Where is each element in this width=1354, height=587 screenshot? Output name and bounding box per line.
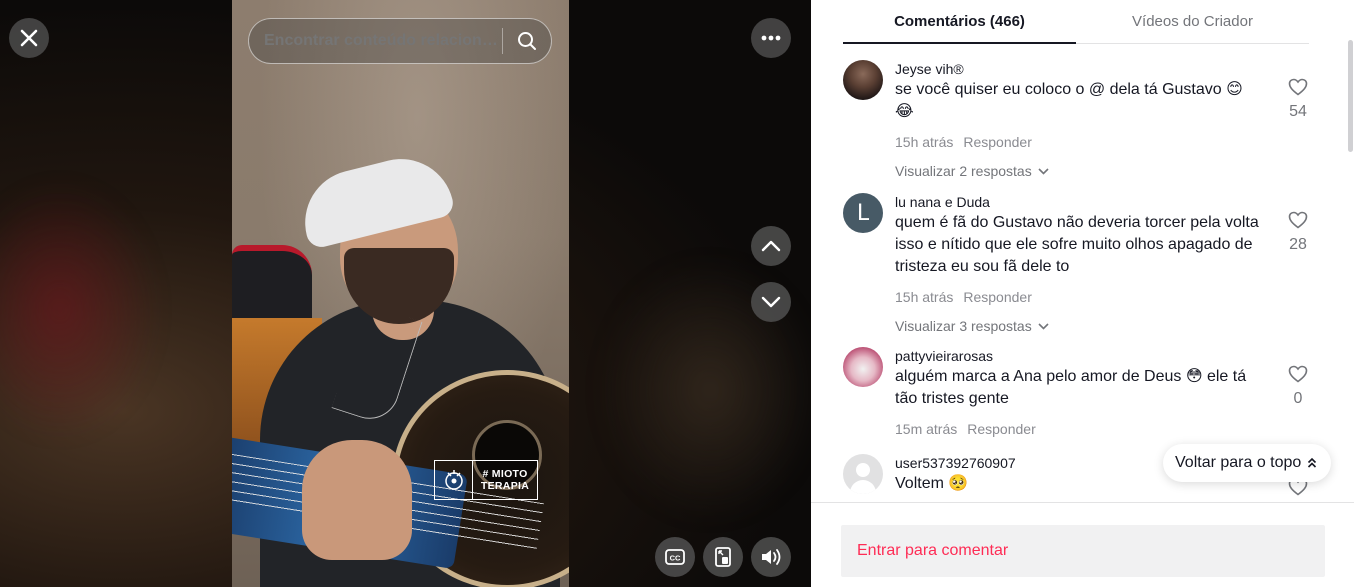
view-replies-label: Visualizar 2 respostas [895, 163, 1032, 179]
comment-username[interactable]: lu nana e Duda [895, 193, 1265, 211]
heart-icon [1288, 78, 1308, 96]
login-to-comment-button[interactable]: Entrar para comentar [841, 525, 1325, 577]
heart-icon [1288, 211, 1308, 229]
view-replies-button[interactable]: Visualizar 3 respostas [895, 318, 1265, 334]
svg-text:CC: CC [670, 554, 681, 563]
comment-text: se você quiser eu coloco o @ dela tá Gus… [895, 81, 1243, 120]
video-person-hand [302, 440, 412, 560]
like-count: 28 [1289, 236, 1307, 253]
like-count: 0 [1293, 390, 1303, 407]
tab-comments[interactable]: Comentários (466) [843, 0, 1076, 44]
avatar[interactable]: L [843, 193, 883, 233]
mini-player-icon [715, 547, 731, 567]
avatar[interactable] [843, 454, 883, 494]
volume-button[interactable] [751, 537, 791, 577]
avatar[interactable] [843, 347, 883, 387]
view-replies-button[interactable]: Visualizar 2 respostas [895, 163, 1265, 179]
closed-captions-icon: CC [665, 549, 685, 565]
comment-meta: 15m atrás Responder [895, 421, 1265, 437]
comment-time: 15h atrás [895, 289, 954, 305]
comment-username[interactable]: pattyvieirarosas [895, 347, 1265, 365]
video-player[interactable]: # MIOTO TERAPIA [232, 0, 569, 587]
tab-bar: Comentários (466) Vídeos do Criador [843, 0, 1309, 44]
blurred-background [0, 180, 160, 440]
heart-icon [1288, 365, 1308, 383]
comment-text: quem é fã do Gustavo não deveria torcer … [895, 214, 1259, 275]
comment-body: Jeyse vih® se você quiser eu coloco o @ … [895, 60, 1265, 179]
reply-button[interactable]: Responder [963, 289, 1032, 305]
close-button[interactable] [9, 18, 49, 58]
watermark-line1: # MIOTO [482, 468, 528, 480]
view-replies-label: Visualizar 3 respostas [895, 318, 1032, 334]
video-watermark-logo: # MIOTO TERAPIA [434, 460, 538, 500]
video-panel: # MIOTO TERAPIA Encontrar conteúdo relac… [0, 0, 811, 587]
back-to-top-button[interactable]: Voltar para o topo [1163, 444, 1332, 482]
next-video-button[interactable] [751, 282, 791, 322]
like-button[interactable]: 28 [1283, 211, 1313, 254]
scrollbar-thumb[interactable] [1348, 40, 1353, 152]
search-input[interactable] [264, 32, 498, 50]
chevron-up-icon [761, 240, 781, 252]
comment-meta: 15h atrás Responder [895, 134, 1265, 150]
watermark-emblem-icon [435, 461, 473, 499]
comments-panel: Comentários (466) Vídeos do Criador Jeys… [811, 0, 1354, 587]
reply-button[interactable]: Responder [963, 134, 1032, 150]
comment-body: pattyvieirarosas alguém marca a Ana pelo… [895, 347, 1265, 437]
chevron-down-icon [1038, 322, 1049, 330]
comment-body: lu nana e Duda quem é fã do Gustavo não … [895, 193, 1265, 334]
comment-text: alguém marca a Ana pelo amor de Deus 😳 e… [895, 368, 1247, 407]
captions-button[interactable]: CC [655, 537, 695, 577]
floating-player-button[interactable] [703, 537, 743, 577]
comment-time: 15m atrás [895, 421, 958, 437]
comment-input-bar: Entrar para comentar [811, 502, 1354, 587]
comment-username[interactable]: Jeyse vih® [895, 60, 1265, 78]
search-button[interactable] [503, 18, 551, 64]
close-icon [20, 29, 38, 47]
chevron-down-icon [761, 296, 781, 308]
double-chevron-up-icon [1308, 457, 1317, 468]
watermark-line2: TERAPIA [480, 480, 530, 492]
avatar[interactable] [843, 60, 883, 100]
previous-video-button[interactable] [751, 226, 791, 266]
search-icon [518, 32, 536, 50]
watermark-text: # MIOTO TERAPIA [473, 468, 537, 492]
like-button[interactable]: 0 [1283, 365, 1313, 408]
chevron-down-icon [1038, 167, 1049, 175]
reply-button[interactable]: Responder [967, 421, 1036, 437]
more-dots-icon [761, 35, 781, 41]
comment-meta: 15h atrás Responder [895, 289, 1265, 305]
speaker-icon [762, 549, 781, 565]
back-to-top-label: Voltar para o topo [1175, 454, 1302, 471]
comment-time: 15h atrás [895, 134, 954, 150]
like-count: 54 [1289, 103, 1307, 120]
more-options-button[interactable] [751, 18, 791, 58]
search-bar[interactable] [248, 18, 552, 64]
tab-creator-videos[interactable]: Vídeos do Criador [1076, 0, 1309, 43]
like-button[interactable]: 54 [1283, 78, 1313, 121]
